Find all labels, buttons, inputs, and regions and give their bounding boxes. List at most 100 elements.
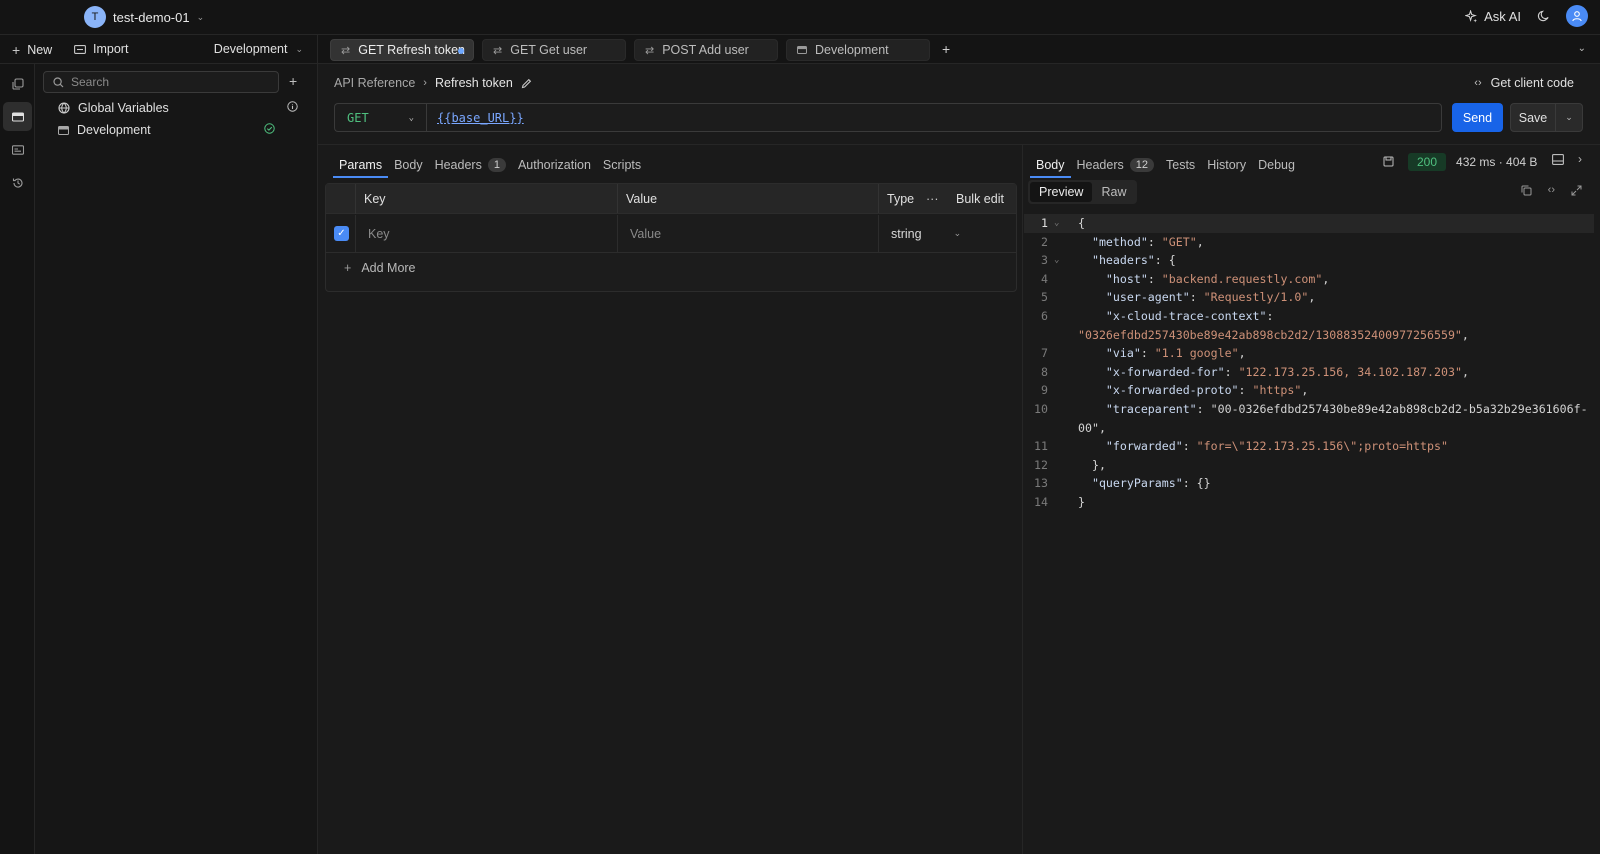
send-button[interactable]: Send (1452, 103, 1503, 132)
new-button[interactable]: + New (12, 42, 52, 58)
response-headers-count-badge: 12 (1129, 157, 1154, 172)
tab-label: GET Get user (510, 43, 588, 57)
save-button[interactable]: Save ⌄ (1510, 103, 1583, 132)
tabs-overflow-chevron-icon[interactable]: ⌄ (1578, 43, 1586, 54)
code-line: 1 ⌄ { (1024, 214, 1594, 233)
tab-label: Authorization (517, 157, 591, 172)
collections-rail-button[interactable] (3, 69, 32, 98)
chevron-right-icon[interactable]: › (1578, 153, 1582, 165)
params-table-header: Key Value Type ··· Bulk edit (326, 184, 1016, 214)
tab-label: Headers (1076, 157, 1124, 172)
add-environment-button[interactable]: + (289, 73, 297, 89)
ask-ai-button[interactable]: Ask AI (1465, 9, 1521, 24)
chevron-down-icon: ⌄ (295, 43, 303, 54)
tab-body[interactable]: Body (388, 152, 429, 177)
code-line: 8 "x-forwarded-for": "122.173.25.156, 34… (1024, 363, 1594, 382)
pane-divider[interactable] (1022, 144, 1023, 854)
fold-chevron-icon[interactable]: ⌄ (1054, 251, 1059, 270)
line-number: 14 (1034, 494, 1048, 509)
breadcrumb-parent[interactable]: API Reference (334, 76, 415, 90)
tab-label: Debug (1258, 157, 1295, 172)
runtime-rail-button[interactable] (3, 135, 32, 164)
environment-icon (11, 111, 24, 122)
ask-ai-label: Ask AI (1484, 8, 1521, 24)
tab-params[interactable]: Params (333, 152, 389, 178)
user-avatar[interactable] (1566, 5, 1588, 27)
copy-icon[interactable] (1521, 185, 1532, 196)
line-number: 5 (1041, 290, 1048, 305)
url-input[interactable]: {{base_URL}} (426, 103, 1442, 132)
sidebar-item-global-variables[interactable]: Global Variables (58, 101, 169, 115)
code-icon[interactable]: ‹› (1548, 185, 1555, 196)
status-badge: 200 (1408, 152, 1447, 171)
get-client-code-button[interactable]: ‹› Get client code (1474, 76, 1574, 90)
view-mode-toggle: Preview Raw (1028, 180, 1138, 204)
history-rail-button[interactable] (3, 168, 32, 197)
swap-icon: ⇄ (645, 44, 655, 57)
param-type-select[interactable]: string ⌄ (878, 215, 1016, 252)
param-type-label: string (891, 226, 922, 241)
table-row: ✓ string ⌄ (326, 215, 1016, 253)
sidebar-item-development[interactable]: Development (58, 123, 151, 137)
line-text: "forwarded": "for=\"122.173.25.156\";pro… (1105, 439, 1448, 454)
param-value-input[interactable] (630, 226, 830, 241)
environments-rail-button[interactable] (3, 102, 32, 131)
search-input[interactable] (71, 75, 261, 89)
response-body-viewer[interactable]: 1 ⌄{2 "method": "GET", 3 ⌄ "headers": {4 "h… (1024, 214, 1594, 514)
expand-icon[interactable] (1571, 185, 1582, 196)
breadcrumb-current: Refresh token (434, 76, 513, 90)
line-text: "x-forwarded-proto": "https", (1105, 383, 1309, 398)
preview-toggle[interactable]: Preview (1030, 182, 1093, 202)
layout-icon[interactable] (1552, 154, 1564, 165)
tab-headers[interactable]: Headers 1 (429, 152, 512, 177)
pencil-icon[interactable] (521, 78, 532, 89)
workspace-switcher[interactable]: T test-demo-01 ⌄ (84, 6, 204, 28)
tab-label: GET Refresh token (358, 43, 465, 57)
tab-scripts[interactable]: Scripts (597, 152, 647, 177)
tab-debug[interactable]: Debug (1252, 152, 1301, 177)
method-select[interactable]: GET ⌄ (334, 103, 426, 132)
breadcrumb: API Reference › Refresh token (334, 76, 532, 90)
raw-toggle[interactable]: Raw (1092, 182, 1135, 202)
line-text: "x-forwarded-for": "122.173.25.156, 34.1… (1105, 364, 1469, 379)
tab-authorization[interactable]: Authorization (512, 152, 597, 177)
tab-post-add-user[interactable]: ⇄ POST Add user (634, 39, 778, 61)
code-line: 5 "user-agent": "Requestly/1.0", (1024, 288, 1594, 307)
fold-chevron-icon[interactable]: ⌄ (1054, 214, 1059, 233)
code-line: 3 ⌄ "headers": { (1024, 251, 1594, 270)
tab-label: History (1207, 157, 1247, 172)
chevron-down-icon: ⌄ (953, 228, 962, 238)
line-text: "host": "backend.requestly.com", (1105, 271, 1330, 286)
tab-response-body[interactable]: Body (1030, 152, 1071, 178)
code-line: 10 "traceparent": "00-0326efdbd257430be8… (1024, 400, 1594, 419)
import-button[interactable]: Import (74, 42, 128, 56)
tab-label: Params (339, 157, 383, 172)
active-check-icon (264, 123, 275, 137)
save-response-icon[interactable] (1383, 156, 1394, 167)
tab-development[interactable]: Development (786, 39, 930, 61)
chevron-down-icon[interactable]: ⌄ (1556, 112, 1582, 123)
line-text: "method": "GET", (1091, 234, 1204, 249)
environment-select[interactable]: Development ⌄ (214, 42, 303, 56)
row-checkbox[interactable]: ✓ (326, 215, 356, 252)
tab-response-headers[interactable]: Headers 12 (1071, 152, 1161, 177)
tab-tests[interactable]: Tests (1160, 152, 1201, 177)
check-icon: ✓ (334, 226, 349, 241)
add-more-button[interactable]: + Add More (344, 261, 416, 275)
param-key-cell (356, 215, 616, 252)
top-bar: T test-demo-01 ⌄ Ask AI (0, 0, 1600, 35)
line-number: 6 (1041, 308, 1048, 323)
bulk-edit-button[interactable]: Bulk edit (948, 184, 1018, 213)
response-actions: › (1552, 153, 1582, 165)
tab-history[interactable]: History (1201, 152, 1252, 177)
info-icon[interactable] (287, 101, 298, 115)
param-key-input[interactable] (368, 226, 568, 241)
params-table: Key Value Type ··· Bulk edit ✓ string ⌄ … (325, 183, 1017, 292)
theme-toggle-button[interactable] (1537, 10, 1550, 23)
tab-get-refresh-token[interactable]: ⇄ GET Refresh token (330, 39, 474, 61)
code-line: 00", (1024, 419, 1594, 438)
more-options-icon[interactable]: ··· (918, 184, 946, 213)
tab-get-get-user[interactable]: ⇄ GET Get user (482, 39, 626, 61)
new-tab-button[interactable]: + (942, 41, 950, 57)
workspace-avatar: T (84, 6, 106, 28)
